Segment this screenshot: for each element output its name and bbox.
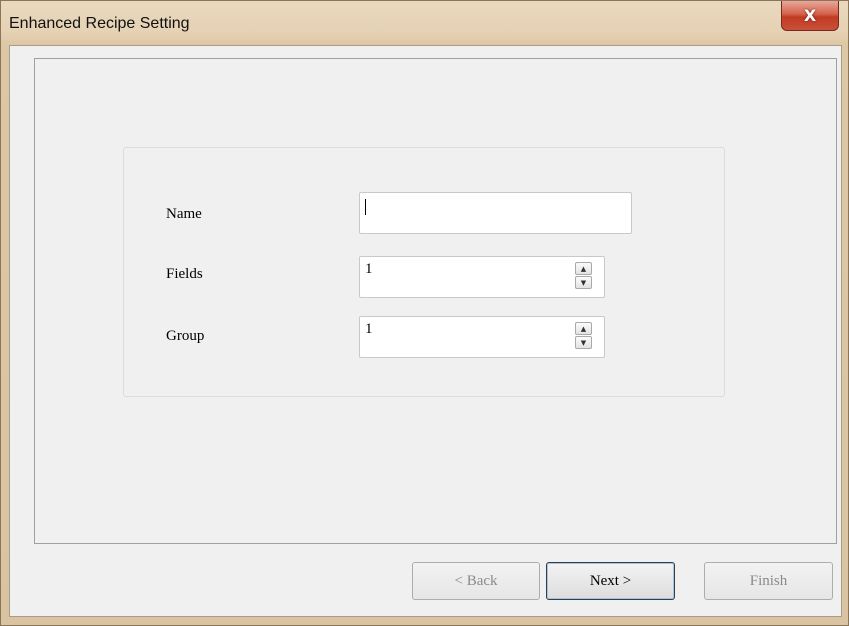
chevron-up-icon: ▲ (580, 264, 587, 273)
fields-input[interactable]: 1 (359, 256, 605, 298)
group-input[interactable]: 1 (359, 316, 605, 358)
close-icon: X (803, 6, 817, 25)
fields-spinner[interactable]: ▲ ▼ (575, 262, 594, 290)
fields-input-value: 1 (365, 261, 373, 277)
title-bar[interactable]: Enhanced Recipe Setting X (1, 1, 849, 45)
group-label: Group (166, 328, 205, 344)
dialog-window: Enhanced Recipe Setting X Name Fields 1 … (0, 0, 849, 626)
group-spin-up-button[interactable]: ▲ (575, 322, 592, 335)
close-button[interactable]: X (781, 1, 839, 31)
name-label: Name (166, 206, 202, 222)
chevron-down-icon: ▼ (580, 278, 587, 287)
window-title: Enhanced Recipe Setting (9, 15, 190, 32)
fields-spin-down-button[interactable]: ▼ (575, 276, 592, 289)
dialog-client-area: Name Fields 1 ▲ ▼ Group 1 ▲ ▼ < Back Nex… (9, 45, 842, 617)
fields-spin-up-button[interactable]: ▲ (575, 262, 592, 275)
next-button[interactable]: Next > (546, 562, 675, 600)
fields-label: Fields (166, 266, 203, 282)
settings-panel: Name Fields 1 ▲ ▼ Group 1 ▲ ▼ (123, 147, 725, 397)
chevron-up-icon: ▲ (580, 324, 587, 333)
text-caret (365, 199, 366, 215)
content-frame: Name Fields 1 ▲ ▼ Group 1 ▲ ▼ (34, 58, 837, 544)
chevron-down-icon: ▼ (580, 338, 587, 347)
group-spinner[interactable]: ▲ ▼ (575, 322, 594, 350)
name-input[interactable] (359, 192, 632, 234)
group-input-value: 1 (365, 321, 373, 337)
group-spin-down-button[interactable]: ▼ (575, 336, 592, 349)
back-button[interactable]: < Back (412, 562, 540, 600)
finish-button[interactable]: Finish (704, 562, 833, 600)
